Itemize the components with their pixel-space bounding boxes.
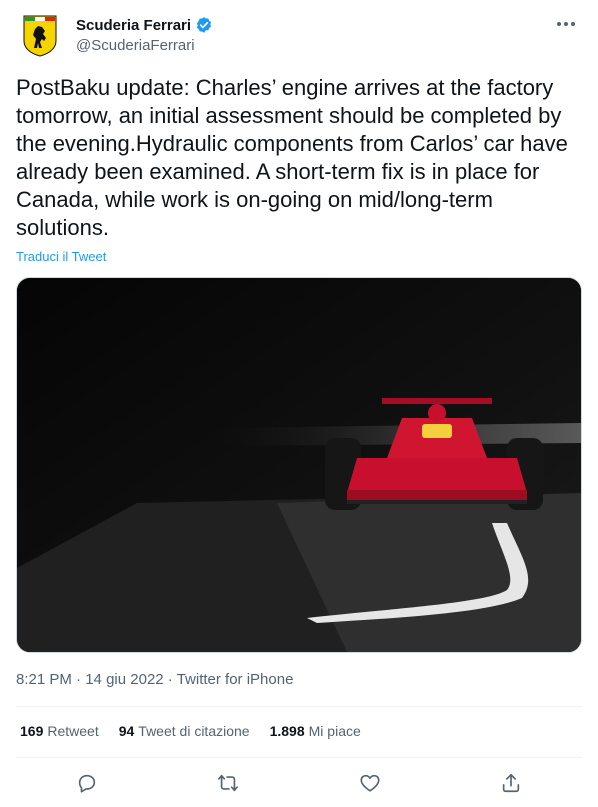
quotes-count: 94 <box>118 723 135 739</box>
translate-tweet-link[interactable]: Traduci il Tweet <box>16 249 106 264</box>
display-name[interactable]: Scuderia Ferrari <box>76 17 191 34</box>
retweets-count: 169 <box>20 723 44 739</box>
avatar[interactable] <box>16 12 64 60</box>
meta-separator: · <box>167 671 173 688</box>
tweet-source[interactable]: Twitter for iPhone <box>177 671 294 688</box>
retweet-icon <box>218 774 239 792</box>
tweet-time[interactable]: 8:21 PM <box>16 671 72 688</box>
more-icon <box>557 22 575 26</box>
likes-stat[interactable]: 1.898 Mi piace <box>270 723 361 739</box>
tweet-media[interactable] <box>16 277 582 653</box>
tweet-header: Scuderia Ferrari @ScuderiaFerrari <box>16 12 582 64</box>
like-button[interactable] <box>353 766 387 800</box>
share-icon <box>503 773 520 793</box>
share-button[interactable] <box>494 766 528 800</box>
engagement-stats: 169 Retweet 94 Tweet di citazione 1.898 Mi … <box>20 723 361 739</box>
retweet-button[interactable] <box>211 766 245 800</box>
meta-separator: · <box>76 671 82 688</box>
quotes-label: Tweet di citazione <box>138 723 250 739</box>
tweet-actions <box>16 766 582 800</box>
reply-icon <box>78 774 95 793</box>
author-info: Scuderia Ferrari @ScuderiaFerrari <box>76 16 213 54</box>
tweet-date[interactable]: 14 giu 2022 <box>85 671 163 688</box>
likes-count: 1.898 <box>269 723 305 739</box>
reply-button[interactable] <box>70 766 104 800</box>
retweets-stat[interactable]: 169 Retweet <box>20 723 99 739</box>
ferrari-shield-logo-icon <box>23 15 57 57</box>
tweet-meta: 8:21 PM · 14 giu 2022 · Twitter for iPho… <box>16 671 293 688</box>
handle[interactable]: @ScuderiaFerrari <box>76 37 213 54</box>
retweets-label: Retweet <box>47 723 99 739</box>
like-icon <box>360 774 380 792</box>
more-options-button[interactable] <box>550 12 582 36</box>
race-car-photo <box>17 278 581 652</box>
likes-label: Mi piace <box>308 723 361 739</box>
verified-badge-icon <box>197 17 212 33</box>
tweet-text: PostBaku update: Charles’ engine arrives… <box>16 75 575 240</box>
divider <box>16 757 582 758</box>
divider <box>16 706 582 707</box>
quotes-stat[interactable]: 94 Tweet di citazione <box>119 723 250 739</box>
